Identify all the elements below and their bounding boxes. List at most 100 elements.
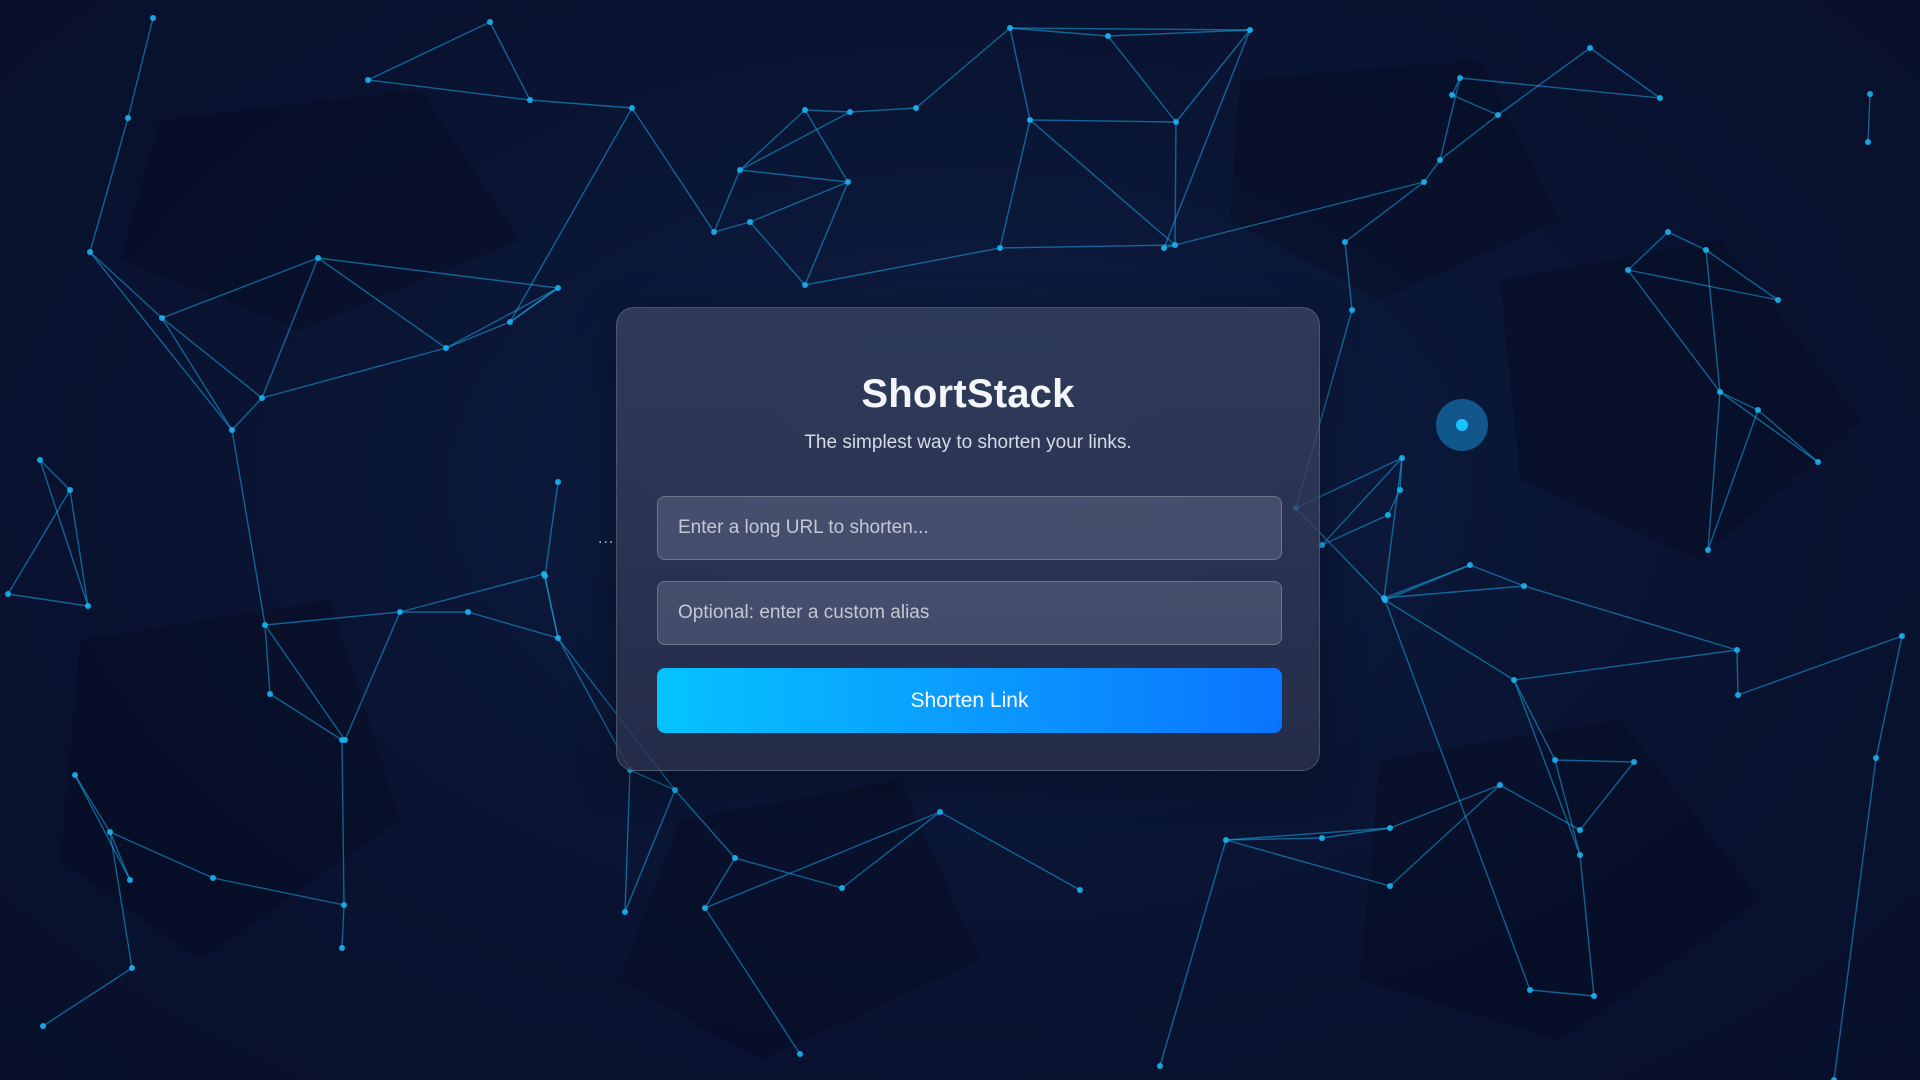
shorten-link-button[interactable]: Shorten Link xyxy=(657,668,1282,733)
network-node xyxy=(1399,455,1405,461)
network-node xyxy=(341,902,347,908)
network-line xyxy=(467,611,559,639)
network-node xyxy=(1173,119,1179,125)
network-line xyxy=(261,347,447,399)
network-node xyxy=(229,427,235,433)
network-node xyxy=(711,229,717,235)
network-line xyxy=(739,111,851,171)
network-node xyxy=(1577,852,1583,858)
shortener-card: ShortStack The simplest way to shorten y… xyxy=(616,307,1320,771)
network-node xyxy=(85,603,91,609)
network-node xyxy=(339,737,345,743)
network-node xyxy=(1577,827,1583,833)
ellipsis-marker: ... xyxy=(598,530,615,547)
network-line xyxy=(1875,635,1903,759)
network-line xyxy=(1736,649,1739,696)
network-line xyxy=(127,17,154,119)
network-line xyxy=(713,169,741,233)
network-line xyxy=(445,321,511,349)
network-node xyxy=(1027,117,1033,123)
network-line xyxy=(7,593,89,607)
network-node xyxy=(1319,835,1325,841)
network-line xyxy=(1321,514,1389,546)
network-node xyxy=(1587,45,1593,51)
network-line xyxy=(1867,93,1871,143)
network-node xyxy=(1591,993,1597,999)
alias-input[interactable] xyxy=(657,581,1282,645)
network-node xyxy=(1527,987,1533,993)
network-node xyxy=(210,875,216,881)
network-node xyxy=(1497,782,1503,788)
network-node xyxy=(107,829,113,835)
network-line xyxy=(161,317,233,431)
network-line xyxy=(231,429,266,626)
network-node xyxy=(672,787,678,793)
network-node xyxy=(937,809,943,815)
network-node xyxy=(1349,307,1355,313)
network-node xyxy=(802,107,808,113)
network-node xyxy=(339,945,345,951)
network-line xyxy=(39,459,89,607)
network-line xyxy=(1029,119,1177,123)
network-node xyxy=(443,345,449,351)
network-node xyxy=(1657,95,1663,101)
url-input[interactable] xyxy=(657,496,1282,560)
network-node xyxy=(1495,112,1501,118)
network-node xyxy=(465,609,471,615)
network-line xyxy=(739,109,806,171)
network-line xyxy=(42,967,133,1027)
network-node xyxy=(1734,647,1740,653)
network-line xyxy=(1737,635,1903,696)
network-line xyxy=(1107,29,1251,37)
network-node xyxy=(125,115,131,121)
network-line xyxy=(544,481,559,577)
page-title: ShortStack xyxy=(861,372,1075,416)
network-node xyxy=(1717,389,1723,395)
network-node xyxy=(1157,1063,1163,1069)
network-node xyxy=(1755,407,1761,413)
network-node xyxy=(797,1051,803,1057)
network-node xyxy=(397,609,403,615)
network-line xyxy=(1107,35,1177,123)
network-node xyxy=(839,885,845,891)
network-node xyxy=(737,167,743,173)
network-node xyxy=(1665,229,1671,235)
network-line xyxy=(1159,839,1227,1067)
network-line xyxy=(529,99,633,109)
network-node xyxy=(622,909,628,915)
network-line xyxy=(631,107,715,233)
network-line xyxy=(399,573,545,613)
network-line xyxy=(1029,119,1176,246)
page-background: ... ShortStack The simplest way to short… xyxy=(0,0,1920,1080)
network-node xyxy=(1457,75,1463,81)
network-line xyxy=(804,109,851,113)
network-node xyxy=(1449,92,1455,98)
network-line xyxy=(69,489,89,607)
network-node xyxy=(259,395,265,401)
network-line xyxy=(999,119,1031,249)
network-node xyxy=(1873,755,1879,761)
network-line xyxy=(999,244,1176,249)
network-node xyxy=(1105,33,1111,39)
network-line xyxy=(161,317,263,399)
network-node xyxy=(1552,757,1558,763)
network-node xyxy=(127,877,133,883)
network-node xyxy=(1775,297,1781,303)
network-node xyxy=(1077,887,1083,893)
network-line xyxy=(341,904,345,949)
network-line xyxy=(939,811,1081,891)
network-line xyxy=(231,397,263,431)
network-line xyxy=(915,27,1011,109)
network-line xyxy=(89,117,129,253)
network-line xyxy=(445,287,559,349)
network-line xyxy=(1174,121,1177,246)
network-node xyxy=(1705,547,1711,553)
cursor-dot-icon xyxy=(1436,399,1488,451)
network-node xyxy=(802,282,808,288)
network-node xyxy=(1867,91,1873,97)
network-node xyxy=(1625,267,1631,273)
network-line xyxy=(804,247,1001,286)
network-line xyxy=(629,769,676,791)
network-node xyxy=(1382,597,1388,603)
network-node xyxy=(5,591,11,597)
